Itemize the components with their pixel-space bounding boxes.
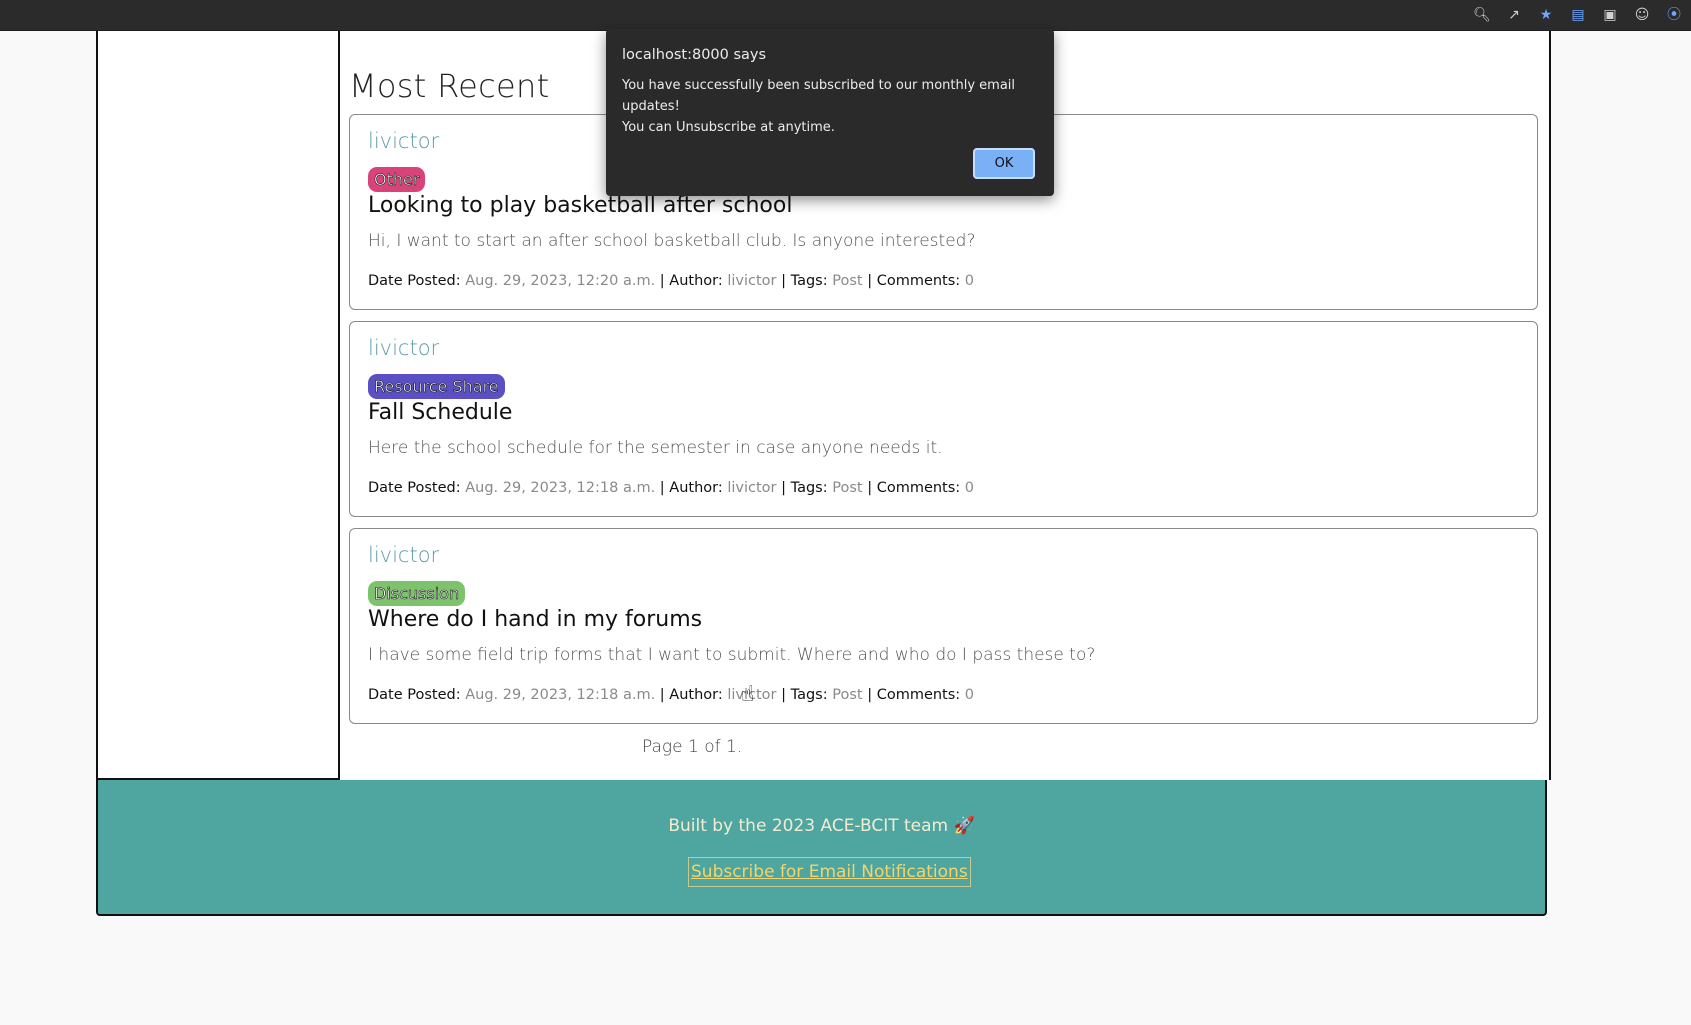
meta-author-link[interactable]: livictor bbox=[727, 480, 776, 496]
post-card[interactable]: livictor Resource Share Fall Schedule He… bbox=[349, 321, 1538, 517]
category-badge[interactable]: Resource Share bbox=[368, 374, 505, 399]
footer-credits: Built by the 2023 ACE-BCIT team 🚀 bbox=[668, 816, 975, 836]
wifi-icon[interactable]: ⦿ bbox=[1665, 6, 1683, 24]
tags-label: Tags: bbox=[790, 273, 828, 289]
browser-toolbar-icons: 🔍︎ ↗ ★ ▤ ▣ ☺ ⦿ bbox=[1473, 0, 1683, 30]
tag-link[interactable]: Post bbox=[832, 273, 862, 289]
camera-icon[interactable]: ▣ bbox=[1601, 6, 1619, 24]
browser-toolbar: 🔍︎ ↗ ★ ▤ ▣ ☺ ⦿ bbox=[0, 0, 1691, 31]
tags-label: Tags: bbox=[790, 480, 828, 496]
post-date: Aug. 29, 2023, 12:18 a.m. bbox=[465, 480, 656, 496]
post-excerpt: I have some field trip forms that I want… bbox=[368, 645, 1096, 665]
comment-count: 0 bbox=[964, 687, 975, 703]
bookmark-star-icon[interactable]: ★ bbox=[1537, 6, 1555, 24]
post-title[interactable]: Where do I hand in my forums bbox=[368, 607, 702, 632]
post-title[interactable]: Looking to play basketball after school bbox=[368, 193, 792, 218]
dialog-message-line: You can Unsubscribe at anytime. bbox=[622, 120, 835, 135]
post-meta: Date Posted: Aug. 29, 2023, 12:18 a.m. |… bbox=[368, 480, 975, 496]
dialog-title: localhost:8000 says bbox=[622, 47, 767, 63]
post-meta: Date Posted: Aug. 29, 2023, 12:18 a.m. |… bbox=[368, 687, 975, 703]
author-label: Author: bbox=[669, 273, 723, 289]
zoom-icon[interactable]: 🔍︎ bbox=[1473, 6, 1491, 24]
sidebar bbox=[98, 31, 340, 780]
comments-label: Comments: bbox=[876, 480, 961, 496]
comment-count: 0 bbox=[964, 273, 975, 289]
page-title: Most Recent bbox=[349, 67, 550, 105]
post-excerpt: Here the school schedule for the semeste… bbox=[368, 438, 943, 458]
meta-author-link[interactable]: livictor bbox=[727, 273, 776, 289]
comment-count: 0 bbox=[964, 480, 975, 496]
tags-label: Tags: bbox=[790, 687, 828, 703]
pagination-label: Page 1 of 1. bbox=[642, 737, 743, 757]
extension-icon[interactable]: ▤ bbox=[1569, 6, 1587, 24]
comments-label: Comments: bbox=[876, 687, 961, 703]
hand-cursor-icon: ☝ bbox=[741, 682, 755, 707]
post-card[interactable]: livictor Discussion Where do I hand in m… bbox=[349, 528, 1538, 724]
ok-button[interactable]: OK bbox=[973, 148, 1035, 179]
post-meta: Date Posted: Aug. 29, 2023, 12:20 a.m. |… bbox=[368, 273, 975, 289]
post-date: Aug. 29, 2023, 12:20 a.m. bbox=[465, 273, 656, 289]
date-label: Date Posted: bbox=[368, 480, 461, 496]
author-label: Author: bbox=[669, 480, 723, 496]
post-date: Aug. 29, 2023, 12:18 a.m. bbox=[465, 687, 656, 703]
dialog-message-line: You have successfully been subscribed to… bbox=[622, 78, 1016, 114]
tag-link[interactable]: Post bbox=[832, 687, 862, 703]
comments-label: Comments: bbox=[876, 273, 961, 289]
share-icon[interactable]: ↗ bbox=[1505, 6, 1523, 24]
post-author-link[interactable]: livictor bbox=[368, 543, 439, 567]
author-label: Author: bbox=[669, 687, 723, 703]
tag-link[interactable]: Post bbox=[832, 480, 862, 496]
date-label: Date Posted: bbox=[368, 687, 461, 703]
category-badge[interactable]: Other bbox=[368, 167, 426, 192]
alert-dialog: localhost:8000 says You have successfull… bbox=[606, 29, 1054, 196]
post-author-link[interactable]: livictor bbox=[368, 336, 439, 360]
dialog-message: You have successfully been subscribed to… bbox=[622, 75, 1042, 138]
date-label: Date Posted: bbox=[368, 273, 461, 289]
subscribe-link[interactable]: Subscribe for Email Notifications bbox=[688, 857, 971, 887]
post-title[interactable]: Fall Schedule bbox=[368, 400, 512, 425]
category-badge[interactable]: Discussion bbox=[368, 581, 466, 606]
post-excerpt: Hi, I want to start an after school bask… bbox=[368, 231, 976, 251]
footer: Built by the 2023 ACE-BCIT team 🚀 Subscr… bbox=[96, 780, 1547, 916]
post-author-link[interactable]: livictor bbox=[368, 129, 439, 153]
profile-icon[interactable]: ☺ bbox=[1633, 6, 1651, 24]
